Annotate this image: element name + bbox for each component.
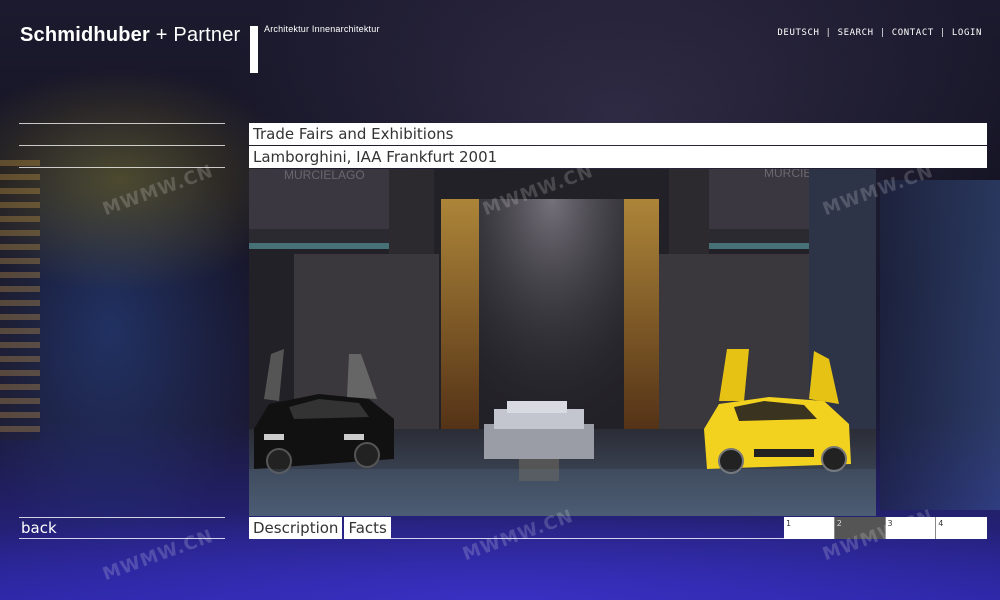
nav-deutsch[interactable]: DEUTSCH [777, 28, 819, 38]
page-1[interactable]: 1 [784, 517, 835, 539]
sidebar-divider [19, 123, 225, 124]
nav-login[interactable]: LOGIN [952, 28, 982, 38]
nav-contact[interactable]: CONTACT [892, 28, 934, 38]
lamborghini-stand-illustration: MURCIELAGO MURCIELAGO [249, 169, 876, 516]
tagline-bar [250, 26, 258, 73]
nav-separator: | [939, 28, 946, 38]
background-blur-left [0, 160, 40, 440]
tab-underline [384, 538, 784, 539]
photo-sign-left: MURCIELAGO [284, 169, 365, 182]
brand-name-rest: + Partner [155, 24, 241, 46]
top-nav: DEUTSCH | SEARCH | CONTACT | LOGIN [777, 28, 982, 38]
watermark-text: MWMW.CN [99, 160, 217, 221]
page-4[interactable]: 4 [936, 517, 987, 539]
brand-name-bold: Schmidhuber [20, 24, 150, 46]
tab-description[interactable]: Description [249, 517, 343, 539]
sidebar-divider [19, 145, 225, 146]
brand-tagline: Architektur Innenarchitektur [264, 24, 380, 34]
nav-search[interactable]: SEARCH [838, 28, 874, 38]
background-blur-right [880, 180, 1000, 510]
nav-separator: | [879, 28, 886, 38]
content-tabs: Description Facts [249, 517, 393, 539]
nav-separator: | [825, 28, 832, 38]
project-title: Lamborghini, IAA Frankfurt 2001 [249, 146, 987, 168]
category-title: Trade Fairs and Exhibitions [249, 123, 987, 145]
tab-facts[interactable]: Facts [344, 517, 391, 539]
brand-logo[interactable]: Schmidhuber + Partner [20, 24, 240, 47]
project-photo: MURCIELAGO MURCIELAGO [249, 169, 876, 516]
